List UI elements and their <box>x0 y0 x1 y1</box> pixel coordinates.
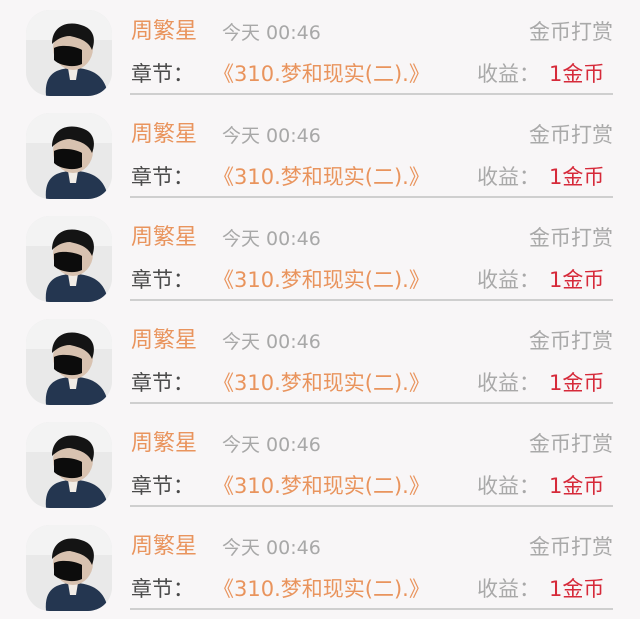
chapter-label: 章节： <box>131 371 194 395</box>
divider <box>130 402 613 404</box>
avatar[interactable] <box>26 422 112 508</box>
sender-name[interactable]: 周繁星 <box>131 534 197 560</box>
avatar[interactable] <box>26 216 112 302</box>
chapter-title-link[interactable]: 《310.梦和现实(二).》 <box>213 163 430 191</box>
avatar[interactable] <box>26 319 112 405</box>
divider <box>130 196 613 198</box>
reward-type: 金币打赏 <box>529 226 613 250</box>
earnings-label: 收益： <box>477 371 540 395</box>
timestamp: 今天 00:46 <box>222 125 321 147</box>
chapter-title-link[interactable]: 《310.梦和现实(二).》 <box>213 369 430 397</box>
reward-type: 金币打赏 <box>529 123 613 147</box>
chapter-title-link[interactable]: 《310.梦和现实(二).》 <box>213 266 430 294</box>
reward-type: 金币打赏 <box>529 535 613 559</box>
divider <box>130 299 613 301</box>
reward-list: 周繁星 今天 00:46 金币打赏 章节： 《310.梦和现实(二).》 收益：… <box>0 0 640 619</box>
list-item[interactable]: 周繁星 今天 00:46 金币打赏 章节： 《310.梦和现实(二).》 收益：… <box>0 206 640 309</box>
chapter-label: 章节： <box>131 577 194 601</box>
earnings-value: 1金币 <box>549 577 605 601</box>
avatar[interactable] <box>26 10 112 96</box>
reward-type: 金币打赏 <box>529 432 613 456</box>
list-item[interactable]: 周繁星 今天 00:46 金币打赏 章节： 《310.梦和现实(二).》 收益：… <box>0 103 640 206</box>
list-item[interactable]: 周繁星 今天 00:46 金币打赏 章节： 《310.梦和现实(二).》 收益：… <box>0 412 640 515</box>
earnings-label: 收益： <box>477 474 540 498</box>
chapter-title-link[interactable]: 《310.梦和现实(二).》 <box>213 60 430 88</box>
chapter-label: 章节： <box>131 62 194 86</box>
divider <box>130 505 613 507</box>
avatar-image <box>26 10 112 96</box>
chapter-label: 章节： <box>131 474 194 498</box>
chapter-label: 章节： <box>131 268 194 292</box>
avatar-image <box>26 319 112 405</box>
avatar-image <box>26 422 112 508</box>
avatar[interactable] <box>26 113 112 199</box>
list-item[interactable]: 周繁星 今天 00:46 金币打赏 章节： 《310.梦和现实(二).》 收益：… <box>0 309 640 412</box>
earnings-label: 收益： <box>477 62 540 86</box>
list-item[interactable]: 周繁星 今天 00:46 金币打赏 章节： 《310.梦和现实(二).》 收益：… <box>0 515 640 618</box>
earnings-label: 收益： <box>477 577 540 601</box>
earnings-value: 1金币 <box>549 371 605 395</box>
divider <box>130 608 613 610</box>
earnings-label: 收益： <box>477 268 540 292</box>
earnings-label: 收益： <box>477 165 540 189</box>
avatar-image <box>26 216 112 302</box>
timestamp: 今天 00:46 <box>222 331 321 353</box>
avatar-image <box>26 113 112 199</box>
avatar-image <box>26 525 112 611</box>
chapter-title-link[interactable]: 《310.梦和现实(二).》 <box>213 472 430 500</box>
timestamp: 今天 00:46 <box>222 434 321 456</box>
chapter-label: 章节： <box>131 165 194 189</box>
divider <box>130 93 613 95</box>
earnings-value: 1金币 <box>549 474 605 498</box>
avatar[interactable] <box>26 525 112 611</box>
timestamp: 今天 00:46 <box>222 228 321 250</box>
timestamp: 今天 00:46 <box>222 22 321 44</box>
sender-name[interactable]: 周繁星 <box>131 431 197 457</box>
sender-name[interactable]: 周繁星 <box>131 328 197 354</box>
list-item[interactable]: 周繁星 今天 00:46 金币打赏 章节： 《310.梦和现实(二).》 收益：… <box>0 0 640 103</box>
sender-name[interactable]: 周繁星 <box>131 225 197 251</box>
earnings-value: 1金币 <box>549 165 605 189</box>
reward-type: 金币打赏 <box>529 20 613 44</box>
earnings-value: 1金币 <box>549 62 605 86</box>
sender-name[interactable]: 周繁星 <box>131 122 197 148</box>
earnings-value: 1金币 <box>549 268 605 292</box>
reward-type: 金币打赏 <box>529 329 613 353</box>
chapter-title-link[interactable]: 《310.梦和现实(二).》 <box>213 575 430 603</box>
sender-name[interactable]: 周繁星 <box>131 19 197 45</box>
timestamp: 今天 00:46 <box>222 537 321 559</box>
